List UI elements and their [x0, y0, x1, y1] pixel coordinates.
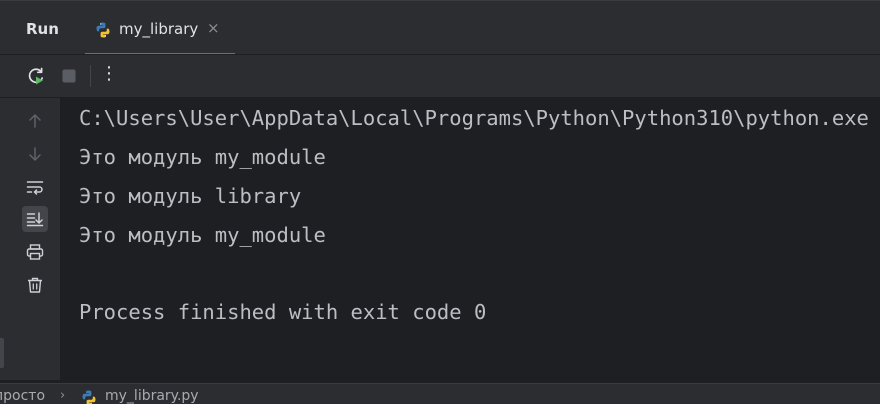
- toolbar-separator: [90, 65, 91, 87]
- print-button[interactable]: [22, 239, 48, 265]
- run-toolbar: ⋮: [0, 54, 880, 98]
- rerun-button[interactable]: [25, 65, 47, 87]
- gutter-edge-handle: [0, 338, 4, 368]
- clear-all-button[interactable]: [22, 272, 48, 298]
- soft-wrap-button[interactable]: [22, 174, 48, 200]
- console-line-exit-status: Process finished with exit code 0: [79, 300, 487, 324]
- run-tool-window: Run my_library × ⋮ C:\Users\User\AppData…: [0, 0, 880, 404]
- console-line: Это модуль my_module: [79, 145, 326, 169]
- rerun-icon: [28, 67, 44, 85]
- print-icon: [26, 244, 44, 260]
- breadcrumb-file[interactable]: my_library.py: [105, 388, 199, 404]
- stop-button[interactable]: [58, 65, 80, 87]
- stop-icon: [62, 69, 76, 83]
- console-gutter: [0, 98, 60, 380]
- python-file-icon: [82, 390, 96, 404]
- breadcrumb-folder[interactable]: просто: [0, 388, 45, 404]
- python-icon: [96, 22, 110, 38]
- up-stacktrace-button[interactable]: [22, 108, 48, 134]
- tab-label: my_library: [119, 20, 199, 38]
- down-stacktrace-button[interactable]: [22, 141, 48, 167]
- scroll-to-end-button[interactable]: [22, 206, 48, 232]
- console-output[interactable]: C:\Users\User\AppData\Local\Programs\Pyt…: [60, 98, 880, 380]
- up-arrow-icon: [29, 114, 41, 128]
- console-line: Это модуль library: [79, 184, 302, 208]
- tool-window-title: Run: [26, 20, 59, 38]
- soft-wrap-icon: [26, 181, 44, 195]
- down-arrow-icon: [29, 147, 41, 161]
- trash-icon: [28, 277, 42, 293]
- console-line-interpreter-path: C:\Users\User\AppData\Local\Programs\Pyt…: [79, 106, 869, 130]
- run-header: Run my_library ×: [0, 0, 880, 55]
- scroll-to-end-icon: [26, 212, 44, 227]
- console-line: Это модуль my_module: [79, 223, 326, 247]
- close-icon[interactable]: ×: [207, 19, 220, 37]
- status-bar: просто › my_library.py: [0, 383, 880, 404]
- more-options-icon[interactable]: ⋮: [100, 63, 118, 85]
- breadcrumb-separator: ›: [60, 388, 66, 403]
- tab-my-library[interactable]: my_library ×: [85, 1, 235, 55]
